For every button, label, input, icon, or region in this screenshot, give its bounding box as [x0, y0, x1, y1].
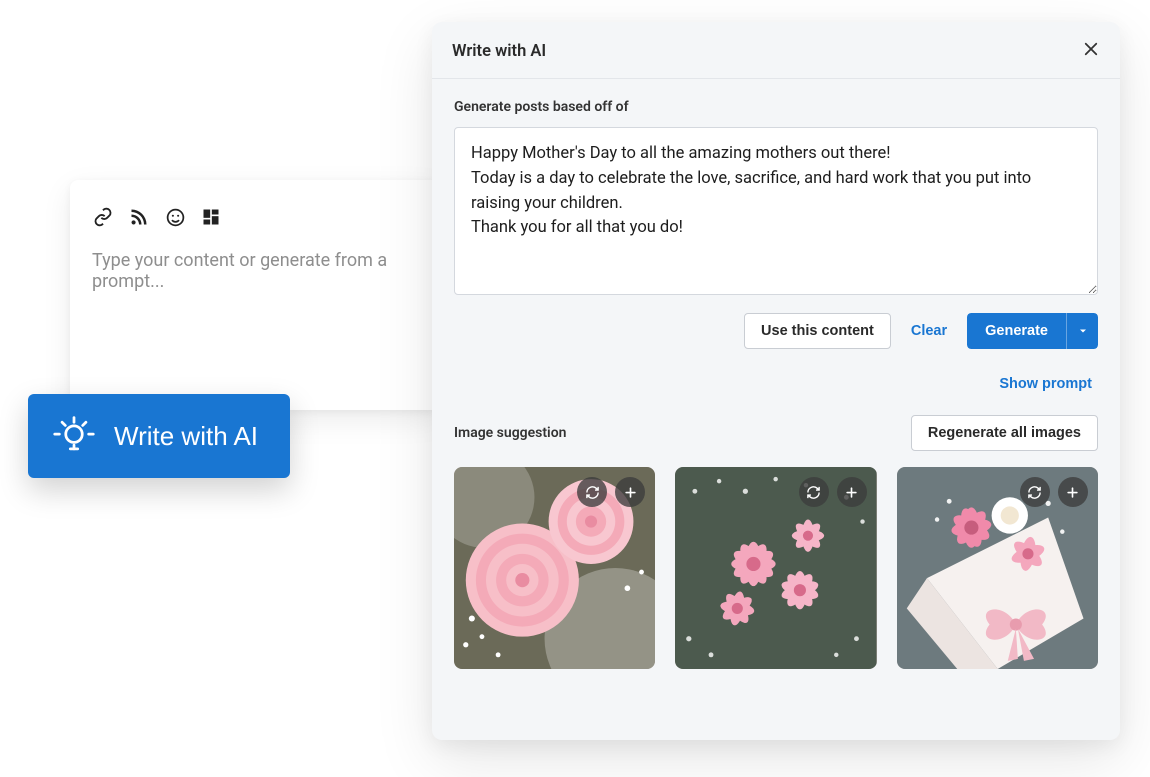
image-suggestion-header: Image suggestion Regenerate all images — [454, 415, 1098, 451]
add-image-icon[interactable] — [837, 477, 867, 507]
regenerate-all-images-button[interactable]: Regenerate all images — [911, 415, 1098, 451]
image-suggestion-thumb[interactable] — [675, 467, 876, 669]
generate-button[interactable]: Generate — [967, 313, 1066, 349]
sparkle-decoration — [366, 658, 400, 692]
composer-card: Type your content or generate from a pro… — [70, 180, 440, 410]
prompt-actions-row: Use this content Clear Generate — [454, 313, 1098, 349]
write-with-ai-label: Write with AI — [114, 421, 258, 452]
composer-toolbar — [92, 206, 418, 228]
prompt-textarea[interactable] — [454, 127, 1098, 295]
write-with-ai-button[interactable]: Write with AI — [28, 394, 290, 478]
image-suggestion-thumb[interactable] — [897, 467, 1098, 669]
show-prompt-button[interactable]: Show prompt — [993, 367, 1098, 401]
add-image-icon[interactable] — [615, 477, 645, 507]
grid-icon[interactable] — [200, 206, 222, 228]
image-suggestion-row — [454, 467, 1098, 669]
prompt-section-label: Generate posts based off of — [454, 99, 1098, 115]
refresh-image-icon[interactable] — [799, 477, 829, 507]
link-icon[interactable] — [92, 206, 114, 228]
write-with-ai-panel: Write with AI Generate posts based off o… — [432, 22, 1120, 740]
add-image-icon[interactable] — [1058, 477, 1088, 507]
generate-dropdown-button[interactable] — [1066, 313, 1098, 349]
emoji-icon[interactable] — [164, 206, 186, 228]
composer-placeholder[interactable]: Type your content or generate from a pro… — [92, 250, 418, 292]
refresh-image-icon[interactable] — [1020, 477, 1050, 507]
sparkle-decoration — [330, 592, 386, 648]
image-suggestion-label: Image suggestion — [454, 425, 566, 441]
image-suggestion-thumb[interactable] — [454, 467, 655, 669]
generate-split-button: Generate — [967, 313, 1098, 349]
close-button[interactable] — [1082, 40, 1100, 62]
rss-icon[interactable] — [128, 206, 150, 228]
panel-title: Write with AI — [452, 42, 546, 61]
refresh-image-icon[interactable] — [577, 477, 607, 507]
clear-button[interactable]: Clear — [905, 314, 953, 348]
lightbulb-icon — [52, 414, 96, 458]
use-this-content-button[interactable]: Use this content — [744, 313, 891, 349]
panel-header: Write with AI — [432, 22, 1120, 79]
